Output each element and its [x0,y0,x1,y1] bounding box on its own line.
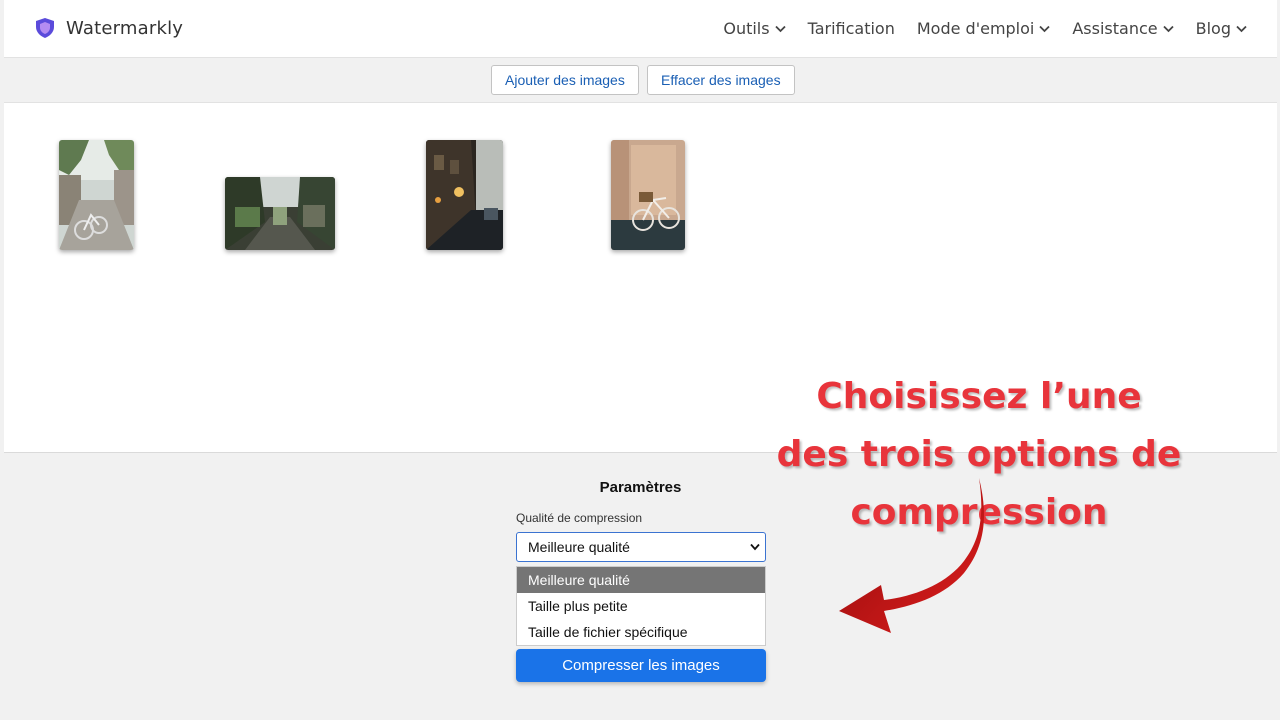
nav-label: Tarification [807,19,895,38]
street-bicycle-photo [59,140,134,250]
top-navbar: Watermarkly Outils Tarification Mode d'e… [4,0,1277,58]
nav-tarification[interactable]: Tarification [808,19,895,38]
nav-label: Outils [723,19,770,38]
nav-outils[interactable]: Outils [723,19,786,38]
image-toolbar: Ajouter des images Effacer des images [4,59,1277,103]
chevron-down-icon [1236,25,1247,32]
chevron-down-icon [774,25,786,32]
compression-options-list: Meilleure qualité Taille plus petite Tai… [516,566,766,646]
compression-quality-label: Qualité de compression [516,511,643,525]
clear-images-button[interactable]: Effacer des images [647,65,795,95]
nav-blog[interactable]: Blog [1196,19,1247,38]
market-alley-photo [225,177,335,250]
brand-name: Watermarkly [66,17,184,39]
compression-quality-select[interactable]: Meilleure qualité [516,532,766,562]
nav-mode-emploi[interactable]: Mode d'emploi [917,19,1051,38]
main-nav: Outils Tarification Mode d'emploi Assist… [723,19,1247,38]
nav-assistance[interactable]: Assistance [1072,19,1174,38]
image-thumbnail[interactable] [426,140,503,250]
nav-label: Mode d'emploi [916,19,1035,38]
shield-logo-icon [36,18,54,38]
annotation-line: Choisissez l’une [816,376,1142,417]
brand-logo[interactable]: Watermarkly [34,17,183,39]
option-specific-size[interactable]: Taille de fichier spécifique [517,619,765,645]
annotation-line: des trois options de [776,434,1182,475]
image-gallery: Choisissez l’une des trois options de co… [4,103,1277,533]
selected-value: Meilleure qualité [528,539,630,555]
option-smaller-size[interactable]: Taille plus petite [517,593,765,619]
option-best-quality[interactable]: Meilleure qualité [517,567,765,593]
compress-images-button[interactable]: Compresser les images [516,649,766,682]
chevron-down-icon [750,543,760,551]
app-window: Watermarkly Outils Tarification Mode d'e… [4,0,1277,720]
chevron-down-icon [1162,25,1174,32]
nav-label: Assistance [1072,19,1158,38]
image-thumbnail[interactable] [225,177,335,250]
settings-title: Paramètres [599,479,682,496]
image-thumbnail[interactable] [59,140,134,250]
bicycle-wall-photo [611,140,685,250]
image-thumbnail[interactable] [611,140,685,250]
night-street-photo [426,140,503,250]
curved-arrow-icon [839,478,984,633]
chevron-down-icon [1039,25,1050,32]
nav-label: Blog [1195,19,1231,38]
add-images-button[interactable]: Ajouter des images [491,65,639,95]
